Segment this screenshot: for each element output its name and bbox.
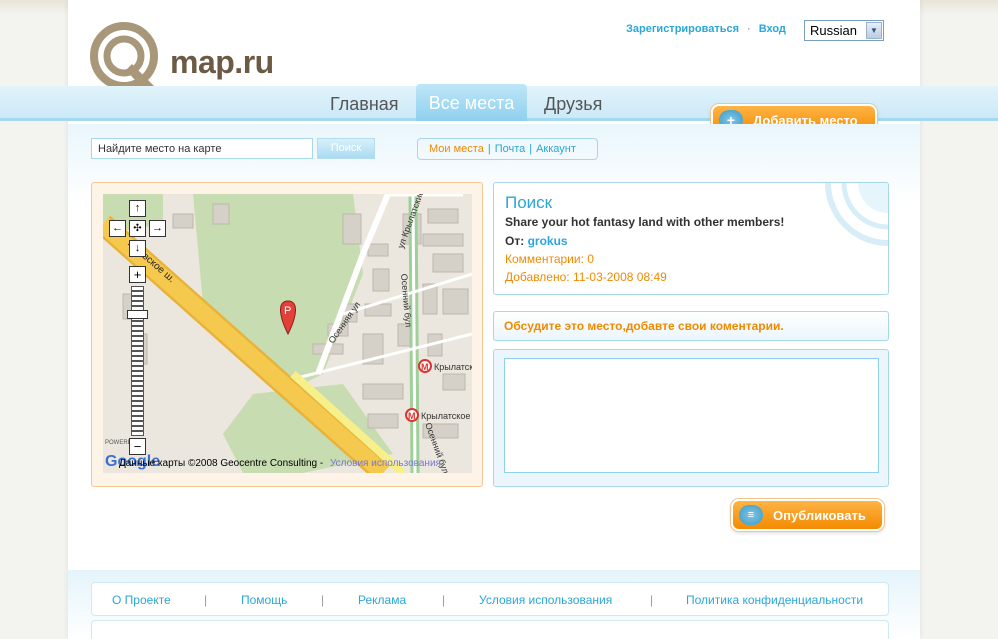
author-link[interactable]: grokus (528, 234, 568, 248)
metro-label: Крылатск (434, 362, 472, 372)
login-link[interactable]: Вход (759, 23, 786, 35)
footer-separator: | (321, 593, 325, 607)
footer-terms-link[interactable]: Условия использования (479, 593, 612, 607)
footer-separator: | (204, 593, 208, 607)
comment-textarea[interactable] (504, 358, 879, 473)
footer-ads-link[interactable]: Реклама (358, 593, 406, 607)
search-input[interactable] (91, 138, 313, 159)
account-link[interactable]: Аккаунт (536, 143, 576, 155)
map-view[interactable]: P M M ...левское ш. ул Крылатские Х Осен… (103, 194, 472, 473)
place-title: Поиск (505, 193, 553, 212)
chevron-down-icon[interactable]: ▼ (866, 22, 882, 39)
publish-button[interactable]: ≡ Опубликовать (731, 499, 884, 531)
mail-link[interactable]: Почта (495, 143, 526, 155)
footer-separator: | (442, 593, 446, 607)
place-info-panel: Поиск Share your hot fantasy land with o… (493, 182, 889, 295)
zoom-in-button[interactable]: + (129, 266, 146, 283)
my-places-link[interactable]: Мои места (429, 143, 484, 155)
metro-label: Крылатское (421, 411, 470, 421)
place-author: От: grokus (505, 234, 568, 248)
map-terms-link[interactable]: Условия использования (330, 458, 441, 469)
pan-right-button[interactable]: → (149, 220, 166, 237)
svg-text:M: M (408, 411, 416, 421)
added-date: Добавлено: 11-03-2008 08:49 (505, 270, 667, 284)
footer-separator: | (650, 593, 654, 607)
pan-up-button[interactable]: ↑ (129, 200, 146, 217)
from-label: От: (505, 234, 525, 248)
account-links: Мои места | Почта | Аккаунт (417, 138, 598, 160)
nav-item-home[interactable]: Главная (330, 94, 399, 115)
decorative-rings (825, 183, 888, 246)
pan-left-button[interactable]: ← (109, 220, 126, 237)
zoom-slider[interactable] (131, 286, 144, 436)
comments-count: Комментарии: 0 (505, 252, 594, 266)
language-select[interactable]: Russian ▼ (804, 20, 884, 41)
metro-icon: M (418, 359, 432, 373)
pan-center-button[interactable]: ✣ (129, 220, 146, 237)
publish-label: Опубликовать (773, 508, 866, 523)
nav-item-all-places[interactable]: Все места (416, 84, 527, 121)
top-links-separator: · (747, 23, 751, 35)
metro-icon: M (405, 408, 419, 422)
top-links: Зарегистрироваться · Вход (626, 23, 786, 35)
zoom-slider-handle[interactable] (127, 310, 148, 319)
footer-help-link[interactable]: Помощь (241, 593, 287, 607)
discussion-prompt: Обсудите это место,добавте свои коментар… (493, 311, 889, 341)
list-icon: ≡ (739, 505, 763, 525)
marker-letter: P (284, 305, 291, 317)
nav-item-friends[interactable]: Друзья (544, 94, 602, 115)
pan-down-button[interactable]: ↓ (129, 240, 146, 257)
map-controls: ↑ ← ✣ → ↓ + − (108, 200, 168, 460)
account-links-separator: | (529, 143, 533, 155)
language-value: Russian (810, 23, 857, 38)
footer-bottom-box (91, 620, 889, 639)
footer-links: О Проекте | Помощь | Реклама | Условия и… (91, 582, 889, 616)
zoom-out-button[interactable]: − (129, 438, 146, 455)
logo-text[interactable]: map.ru (170, 44, 274, 81)
svg-text:M: M (421, 362, 429, 372)
register-link[interactable]: Зарегистрироваться (626, 23, 739, 35)
footer-about-link[interactable]: О Проекте (112, 593, 171, 607)
account-links-separator: | (487, 143, 491, 155)
place-description: Share your hot fantasy land with other m… (505, 215, 785, 229)
footer-privacy-link[interactable]: Политика конфиденциальности (686, 593, 863, 607)
search-button[interactable]: Поиск (317, 138, 375, 159)
